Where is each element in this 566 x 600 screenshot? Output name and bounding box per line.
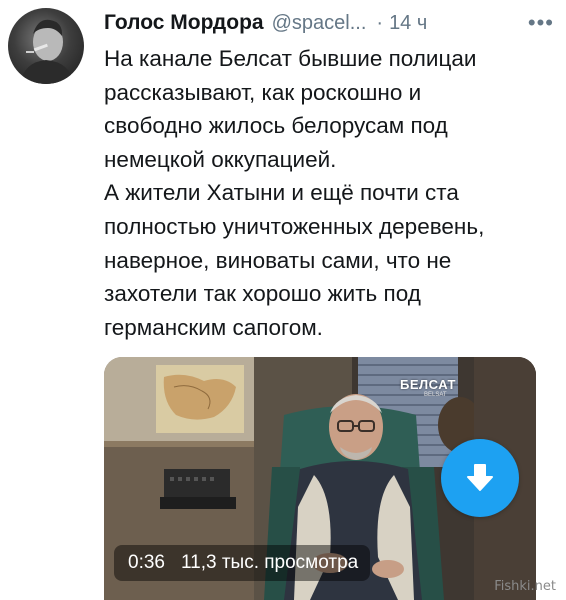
tweet-text-line: На канале Белсат бывшие полицаи: [104, 46, 477, 71]
channel-logo-subtitle: BELSAT: [424, 392, 447, 398]
tweet-text-line: свободно жилось белорусам под: [104, 113, 448, 139]
more-dots-icon[interactable]: •••: [528, 8, 554, 38]
author-name[interactable]: Голос Мордора: [104, 11, 264, 35]
video-player[interactable]: БЕЛСАТ BELSAT 0:36 11,3 тыс. просмотра: [104, 357, 536, 600]
tweet-text: На канале Белсат бывшие полицаи рассказы…: [104, 42, 554, 344]
tweet-timestamp[interactable]: 14 ч: [389, 12, 427, 35]
tweet-text-line: немецкой оккупацией.: [104, 146, 337, 172]
tweet-text-line: А жители Хатыни и ещё почти ста: [104, 180, 459, 206]
tweet-header: Голос Мордора @spacel... · 14 ч •••: [104, 8, 554, 38]
channel-logo: БЕЛСАТ: [400, 377, 456, 392]
video-view-count: 11,3 тыс. просмотра: [180, 552, 359, 573]
video-duration: 0:36: [128, 552, 165, 573]
tweet-text-line: германским сапогом.: [104, 314, 323, 340]
video-meta-overlay: 0:36 11,3 тыс. просмотра: [114, 545, 371, 581]
tweet-text-line: рассказывают, как роскошно и: [104, 79, 422, 105]
tweet-text-line: наверное, виноваты сами, что не: [104, 247, 452, 273]
author-avatar[interactable]: [8, 8, 84, 84]
site-watermark: Fishki.net: [494, 579, 556, 594]
author-handle[interactable]: @spacel...: [272, 12, 367, 35]
download-button[interactable]: [441, 439, 519, 517]
separator-dot: ·: [376, 11, 384, 34]
tweet-text-line: захотели так хорошо жить под: [104, 281, 421, 307]
download-arrow-icon: [467, 464, 493, 491]
tweet-text-line: полностью уничтоженных деревень,: [104, 213, 485, 239]
